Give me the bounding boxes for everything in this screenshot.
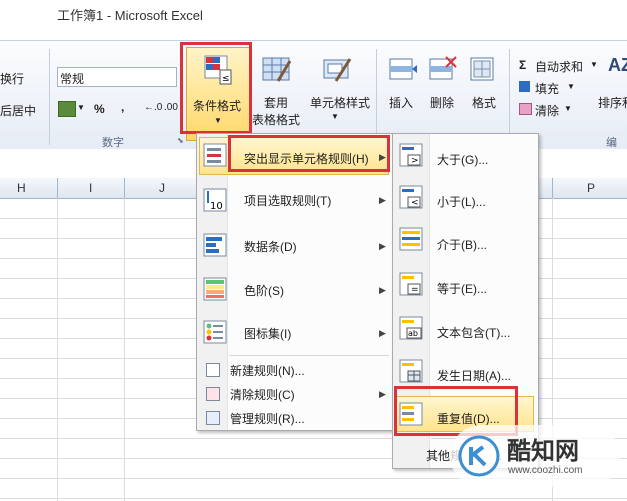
cell-styles-label[interactable]: 单元格样式 [310,94,370,111]
group-divider [376,49,377,145]
decrease-decimal-icon[interactable]: .00 [164,102,178,113]
svg-text:=: = [411,285,419,295]
submenu-item-label[interactable]: 小于(L)... [437,193,486,210]
column-header-h[interactable]: H [17,181,26,195]
top-bottom-rules-icon: 10 [203,188,227,212]
clear-rules-icon [206,387,220,401]
grid-line [124,198,125,501]
menu-item-label[interactable]: 色阶(S) [244,282,284,299]
group-divider [49,49,50,145]
equal-to-icon: = [399,272,423,296]
chevron-down-icon[interactable]: ▼ [564,104,572,113]
greater-than-icon: > [399,143,423,167]
sort-az-icon[interactable]: AZ [608,55,627,76]
highlight-frame [228,135,390,172]
highlight-frame [180,42,252,134]
watermark-url: www.coozhi.com [508,465,583,476]
conditional-formatting-menu: 突出显示单元格规则(H) ▶ 10 项目选取规则(T) ▶ 数据条(D) ▶ 色… [196,133,394,431]
sigma-icon[interactable]: Σ [519,58,526,72]
format-label[interactable]: 格式 [472,94,496,111]
number-group-label: 数字 [102,137,124,149]
menu-item-label[interactable]: 新建规则(N)... [230,362,305,379]
fill-button[interactable]: 填充 [535,80,559,97]
dialog-launcher-icon[interactable]: ⬊ [177,136,184,145]
sort-filter-button[interactable]: 排序和 [598,94,627,111]
number-format-select[interactable]: 常规 [57,67,177,87]
menu-item-label[interactable]: 管理规则(R)... [230,410,305,427]
data-bars-icon [203,233,227,257]
menu-separator [229,355,389,356]
format-table-label-2[interactable]: 表格格式 [252,111,300,128]
cell-styles-icon[interactable] [322,55,352,85]
chevron-down-icon[interactable]: ▼ [77,103,85,112]
watermark: 酷知网 www.coozhi.com [450,425,620,487]
svg-text:10: 10 [210,201,223,212]
icon-sets-icon [203,320,227,344]
column-header-p[interactable]: P [587,181,595,195]
grid-line [57,198,58,501]
group-divider [509,49,510,145]
col-divider [552,178,553,198]
submenu-item-label[interactable]: 大于(G)... [437,151,488,168]
submenu-item-label[interactable]: 文本包含(T)... [437,324,510,341]
insert-cells-icon[interactable] [388,55,418,85]
menu-item-label[interactable]: 项目选取规则(T) [244,192,331,209]
menu-item-label[interactable]: 图标集(I) [244,325,291,342]
clear-button[interactable]: 清除 [535,102,559,119]
text-contains-icon: ab [399,316,423,340]
currency-icon[interactable] [58,101,76,117]
column-header-j[interactable]: J [159,181,165,195]
fill-icon[interactable] [519,81,530,92]
svg-text:>: > [411,156,419,166]
watermark-logo-icon [458,435,500,477]
col-divider [57,178,58,198]
chevron-down-icon[interactable]: ▼ [331,112,339,121]
submenu-item-label[interactable]: 等于(E)... [437,280,487,297]
insert-label[interactable]: 插入 [389,94,413,111]
chevron-down-icon[interactable]: ▼ [590,60,598,69]
delete-cells-icon[interactable] [428,55,458,85]
submenu-arrow-icon: ▶ [379,389,386,399]
autosum-button[interactable]: 自动求和 [535,58,583,75]
svg-text:<: < [411,198,419,208]
submenu-arrow-icon: ▶ [379,285,386,295]
date-occurring-icon [399,359,423,383]
manage-rules-icon [206,411,220,425]
watermark-name: 酷知网 [507,438,579,465]
submenu-item-label[interactable]: 发生日期(A)... [437,367,511,384]
submenu-arrow-icon: ▶ [379,195,386,205]
color-scales-icon [203,277,227,301]
col-divider [124,178,125,198]
merge-center-button[interactable]: 后居中 [0,102,36,119]
between-icon [399,227,423,251]
highlight-rules-icon [203,143,227,167]
column-header-i[interactable]: I [89,181,92,195]
submenu-arrow-icon: ▶ [379,241,386,251]
format-cells-icon[interactable] [468,55,498,85]
window-title: 工作簿1 - Microsoft Excel [57,8,203,23]
table-style-icon[interactable] [262,55,292,85]
submenu-arrow-icon: ▶ [379,328,386,338]
format-table-label-1[interactable]: 套用 [264,94,288,111]
delete-label[interactable]: 删除 [430,94,454,111]
wrap-text-button[interactable]: 换行 [0,70,24,87]
chevron-down-icon[interactable]: ▼ [567,82,575,91]
submenu-item-label[interactable]: 介于(B)... [437,236,487,253]
title-bar: 工作簿1 - Microsoft Excel [0,0,627,28]
menu-item-label[interactable]: 数据条(D) [244,238,297,255]
menu-item-label[interactable]: 清除规则(C) [230,386,295,403]
grid-line [0,498,627,499]
new-rule-icon [206,363,220,377]
percent-button[interactable]: % [94,102,105,116]
svg-text:ab: ab [408,329,418,338]
comma-button[interactable]: , [121,100,124,114]
less-than-icon: < [399,185,423,209]
increase-decimal-icon[interactable]: ←.0 [144,102,162,113]
eraser-icon[interactable] [519,103,532,115]
